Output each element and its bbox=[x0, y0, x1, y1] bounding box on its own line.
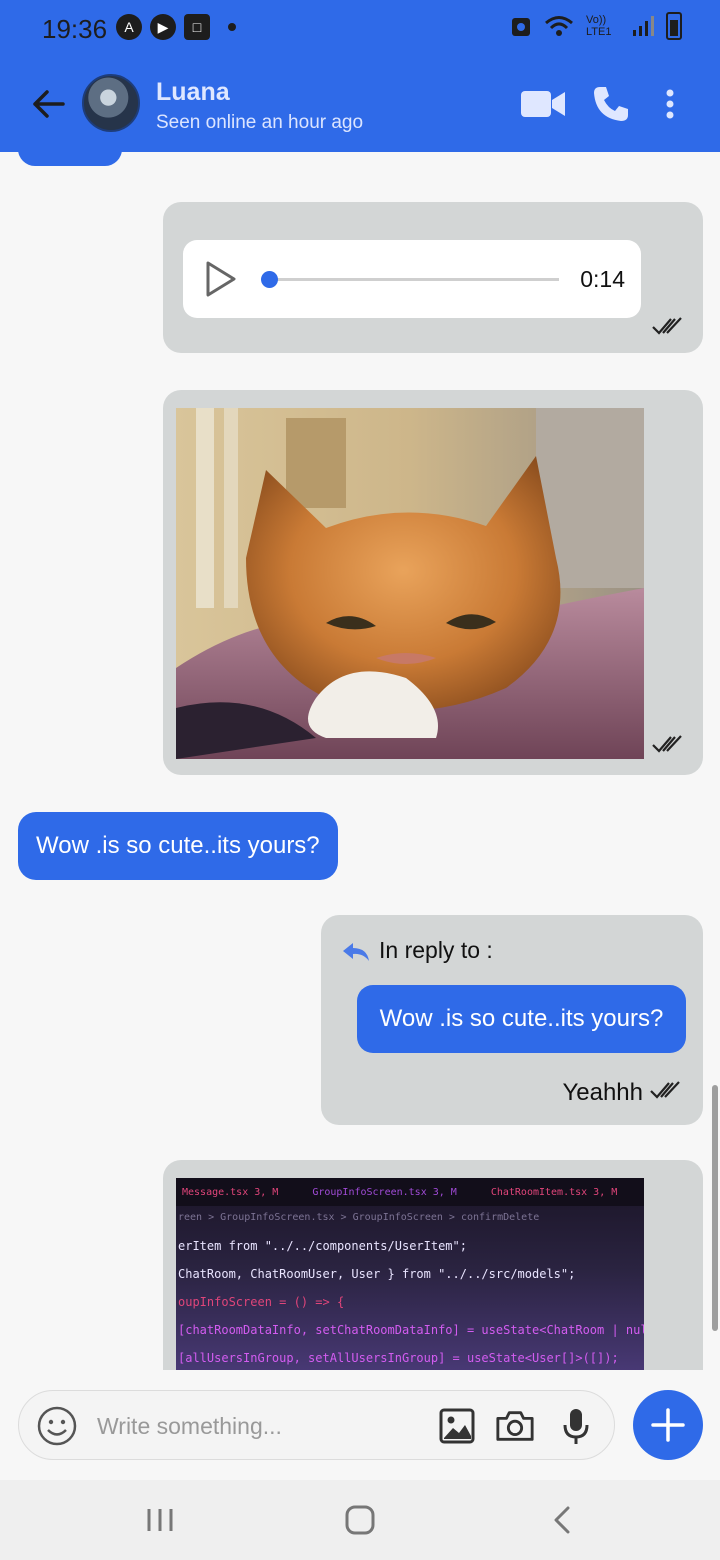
cat-photo[interactable] bbox=[176, 408, 644, 759]
network-label: Vo)) LTE1 bbox=[586, 14, 612, 38]
more-notifications-dot bbox=[228, 23, 236, 31]
image-icon bbox=[439, 1408, 475, 1444]
back-arrow-icon bbox=[33, 90, 65, 118]
emoji-icon bbox=[37, 1406, 77, 1446]
status-right-icons: Vo)) LTE1 bbox=[510, 12, 682, 40]
previous-incoming-bubble[interactable] bbox=[18, 152, 122, 166]
emoji-button[interactable] bbox=[37, 1406, 77, 1446]
home-icon bbox=[345, 1505, 375, 1535]
outgoing-code-image-message[interactable]: Message.tsx 3, M GroupInfoScreen.tsx 3, … bbox=[163, 1160, 703, 1370]
code-line: ChatRoom, ChatRoomUser, User } from "../… bbox=[178, 1267, 576, 1281]
message-composer bbox=[0, 1370, 720, 1480]
editor-tab: ChatRoomItem.tsx 3, M bbox=[490, 1186, 618, 1198]
reply-label: In reply to : bbox=[379, 937, 493, 963]
status-notification-icons: A ▶ □ bbox=[116, 14, 236, 40]
message-input-container bbox=[18, 1390, 615, 1460]
wifi-icon bbox=[545, 16, 573, 36]
audio-progress-track[interactable] bbox=[267, 278, 559, 281]
video-call-button[interactable] bbox=[520, 82, 566, 126]
code-line: erItem from "../../components/UserItem"; bbox=[178, 1239, 467, 1253]
cat-photo-image bbox=[176, 408, 644, 759]
battery-icon bbox=[666, 12, 682, 40]
audio-progress-knob[interactable] bbox=[261, 271, 278, 288]
scrollbar-thumb[interactable] bbox=[712, 1085, 718, 1331]
recent-apps-icon bbox=[147, 1509, 173, 1531]
contact-name[interactable]: Luana bbox=[156, 78, 230, 107]
code-line: oupInfoScreen = () => { bbox=[178, 1295, 345, 1309]
more-options-button[interactable] bbox=[656, 82, 684, 126]
more-vertical-icon bbox=[666, 89, 674, 119]
message-input[interactable] bbox=[97, 1407, 417, 1445]
editor-breadcrumb: reen > GroupInfoScreen.tsx > GroupInfoSc… bbox=[178, 1212, 540, 1223]
voice-record-button[interactable] bbox=[556, 1406, 596, 1446]
alarm-icon bbox=[512, 18, 530, 36]
editor-tab: GroupInfoScreen.tsx 3, M bbox=[312, 1186, 457, 1198]
code-line: [allUsersInGroup, setAllUsersInGroup] = … bbox=[178, 1351, 619, 1365]
camera-button[interactable] bbox=[495, 1406, 535, 1446]
reply-arrow-icon bbox=[343, 943, 369, 961]
code-lines: erItem from "../../components/UserItem";… bbox=[178, 1232, 644, 1370]
status-bar: 19:36 A ▶ □ Vo)) LTE1 bbox=[0, 0, 720, 56]
tray-notification-icon: □ bbox=[184, 14, 210, 40]
microphone-icon bbox=[563, 1409, 589, 1444]
camera-icon bbox=[496, 1411, 534, 1441]
back-button[interactable] bbox=[26, 82, 70, 126]
plus-icon bbox=[651, 1408, 685, 1442]
editor-tab: Message.tsx 3, M bbox=[182, 1186, 279, 1198]
add-attachment-button[interactable] bbox=[633, 1390, 703, 1460]
read-ticks-icon bbox=[652, 317, 682, 335]
message-list[interactable]: 0:14 Wow .is so cute..its yours? In repl… bbox=[0, 152, 720, 1370]
read-ticks-icon bbox=[650, 1081, 680, 1099]
app-notification-icon: A bbox=[116, 14, 142, 40]
outgoing-image-message[interactable] bbox=[163, 390, 703, 775]
contact-status: Seen online an hour ago bbox=[156, 112, 364, 133]
read-ticks-icon bbox=[652, 735, 682, 753]
video-notification-icon: ▶ bbox=[150, 14, 176, 40]
chevron-left-icon bbox=[554, 1506, 570, 1534]
app-header: 19:36 A ▶ □ Vo)) LTE1 Luana Seen online … bbox=[0, 0, 720, 152]
recent-apps-button[interactable] bbox=[130, 1500, 190, 1540]
outgoing-reply-message[interactable]: In reply to : Wow .is so cute..its yours… bbox=[321, 915, 703, 1125]
gallery-button[interactable] bbox=[437, 1406, 477, 1446]
audio-player: 0:14 bbox=[183, 240, 641, 318]
signal-icon bbox=[633, 16, 654, 36]
audio-duration: 0:14 bbox=[580, 266, 625, 292]
editor-tab-bar: Message.tsx 3, M GroupInfoScreen.tsx 3, … bbox=[176, 1178, 644, 1206]
video-call-icon bbox=[521, 91, 565, 117]
system-navigation-bar bbox=[0, 1480, 720, 1560]
voice-call-button[interactable] bbox=[590, 82, 632, 126]
incoming-text-message[interactable]: Wow .is so cute..its yours? bbox=[18, 812, 338, 880]
phone-icon bbox=[594, 87, 628, 121]
code-line: [chatRoomDataInfo, setChatRoomDataInfo] … bbox=[178, 1323, 644, 1337]
system-back-button[interactable] bbox=[532, 1500, 592, 1540]
quoted-message[interactable]: Wow .is so cute..its yours? bbox=[357, 985, 686, 1053]
outgoing-audio-message[interactable]: 0:14 bbox=[163, 202, 703, 353]
reply-text: Yeahhh bbox=[562, 1079, 643, 1106]
home-button[interactable] bbox=[330, 1500, 390, 1540]
play-icon[interactable] bbox=[205, 260, 237, 298]
code-screenshot[interactable]: Message.tsx 3, M GroupInfoScreen.tsx 3, … bbox=[176, 1178, 644, 1370]
contact-avatar[interactable] bbox=[82, 74, 140, 132]
status-time: 19:36 bbox=[42, 14, 108, 44]
